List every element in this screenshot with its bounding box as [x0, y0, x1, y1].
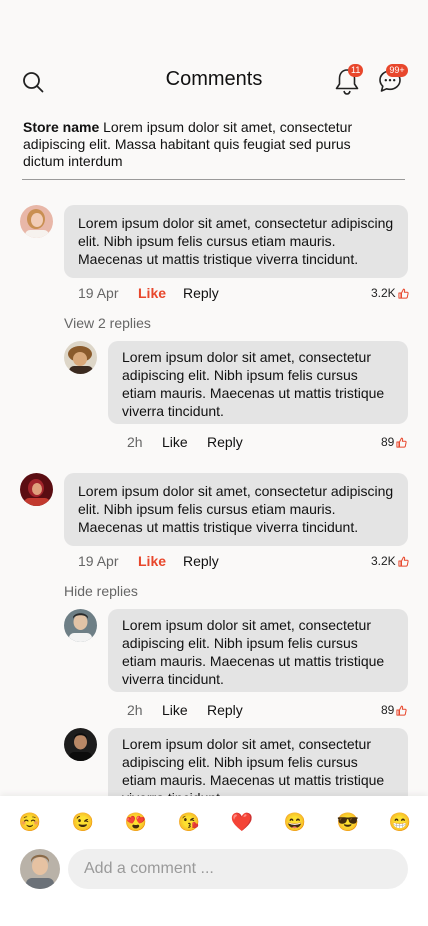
- reply-text-line: adipiscing elit. Nibh ipsum felis cursus: [122, 367, 358, 383]
- like-count-value: 3.2K: [371, 554, 396, 568]
- like-button[interactable]: Like: [162, 434, 188, 450]
- reply-button[interactable]: Reply: [183, 553, 219, 569]
- reply-text-line: Lorem ipsum dolor sit amet, consectetur: [122, 736, 371, 752]
- reply-text-line: adipiscing elit. Nibh ipsum felis cursus: [122, 754, 358, 770]
- emoji-heart[interactable]: ❤️: [230, 812, 254, 833]
- header: Comments: [0, 62, 428, 102]
- divider: [22, 179, 405, 180]
- thumbs-up-icon: [398, 288, 409, 299]
- page-title: Comments: [165, 68, 263, 90]
- comment-composer: ☺️ 😉 😍 😘 ❤️ 😄 😎 😁: [0, 796, 428, 926]
- reply-text-line: etiam mauris. Maecenas ut mattis tristiq…: [122, 385, 385, 401]
- emoji-kissing[interactable]: 😘: [177, 812, 201, 833]
- avatar[interactable]: [64, 609, 97, 642]
- reply-bubble: Lorem ipsum dolor sit amet, consectetur …: [108, 341, 408, 424]
- avatar[interactable]: [20, 473, 53, 506]
- reply-button[interactable]: Reply: [207, 434, 243, 450]
- avatar[interactable]: [64, 341, 97, 374]
- reply-button[interactable]: Reply: [207, 702, 243, 718]
- like-count[interactable]: 89: [381, 435, 407, 449]
- comment-text-line: elit. Nibh ipsum felis cursus etiam maur…: [78, 501, 336, 517]
- emoji-sunglasses[interactable]: 😎: [336, 812, 360, 833]
- comment-text-line: Maecenas ut mattis tristique viverra tin…: [78, 519, 359, 535]
- comment-text-line: elit. Nibh ipsum felis cursus etiam maur…: [78, 233, 336, 249]
- comment-bubble: Lorem ipsum dolor sit amet, consectetur …: [64, 205, 408, 278]
- reply-text-line: Lorem ipsum dolor sit amet, consectetur: [122, 349, 371, 365]
- comment-text-line: Maecenas ut mattis tristique viverra tin…: [78, 251, 359, 267]
- reply-button[interactable]: Reply: [183, 285, 219, 301]
- avatar[interactable]: [64, 728, 97, 761]
- thumbs-up-icon: [396, 705, 407, 716]
- like-count[interactable]: 89: [381, 703, 407, 717]
- thumbs-up-icon: [398, 556, 409, 567]
- reply-time: 2h: [127, 702, 143, 718]
- store-name[interactable]: Store name: [23, 119, 99, 135]
- like-button[interactable]: Like: [138, 285, 166, 301]
- reply-text-line: adipiscing elit. Nibh ipsum felis cursus: [122, 635, 358, 651]
- comment-text-line: Lorem ipsum dolor sit amet, consectetur …: [78, 483, 394, 499]
- emoji-beaming[interactable]: 😁: [388, 812, 412, 833]
- comment-date: 19 Apr: [78, 553, 119, 569]
- emoji-winking[interactable]: 😉: [71, 812, 95, 833]
- comment-input[interactable]: [68, 849, 408, 889]
- notifications-badge: 11: [348, 64, 364, 77]
- like-count[interactable]: 3.2K: [371, 286, 409, 300]
- like-count[interactable]: 3.2K: [371, 554, 409, 568]
- like-button[interactable]: Like: [162, 702, 188, 718]
- hide-replies-toggle[interactable]: Hide replies: [64, 583, 138, 599]
- comment-date: 19 Apr: [78, 285, 119, 301]
- thumbs-up-icon: [396, 437, 407, 448]
- comment-bubble: Lorem ipsum dolor sit amet, consectetur …: [64, 473, 408, 546]
- reply-text-line: etiam mauris. Maecenas ut mattis tristiq…: [122, 653, 385, 669]
- like-count-value: 3.2K: [371, 286, 396, 300]
- comment-text-line: Lorem ipsum dolor sit amet, consectetur …: [78, 215, 394, 231]
- view-replies-toggle[interactable]: View 2 replies: [64, 315, 151, 331]
- reply-text-line: Lorem ipsum dolor sit amet, consectetur: [122, 617, 371, 633]
- current-user-avatar: [20, 849, 60, 889]
- post-caption: Store name Lorem ipsum dolor sit amet, c…: [23, 119, 363, 170]
- avatar[interactable]: [20, 205, 53, 238]
- reply-time: 2h: [127, 434, 143, 450]
- reply-text-line: viverra tincidunt.: [122, 671, 224, 687]
- reply-bubble: Lorem ipsum dolor sit amet, consectetur …: [108, 609, 408, 692]
- reply-text-line: viverra tincidunt.: [122, 403, 224, 419]
- like-button[interactable]: Like: [138, 553, 166, 569]
- like-count-value: 89: [381, 703, 395, 717]
- emoji-heart-eyes[interactable]: 😍: [124, 812, 148, 833]
- messages-badge: 99+: [386, 64, 408, 77]
- reply-text-line: etiam mauris. Maecenas ut mattis tristiq…: [122, 772, 385, 788]
- emoji-grinning[interactable]: 😄: [283, 812, 307, 833]
- like-count-value: 89: [381, 435, 395, 449]
- emoji-smiling[interactable]: ☺️: [18, 812, 42, 833]
